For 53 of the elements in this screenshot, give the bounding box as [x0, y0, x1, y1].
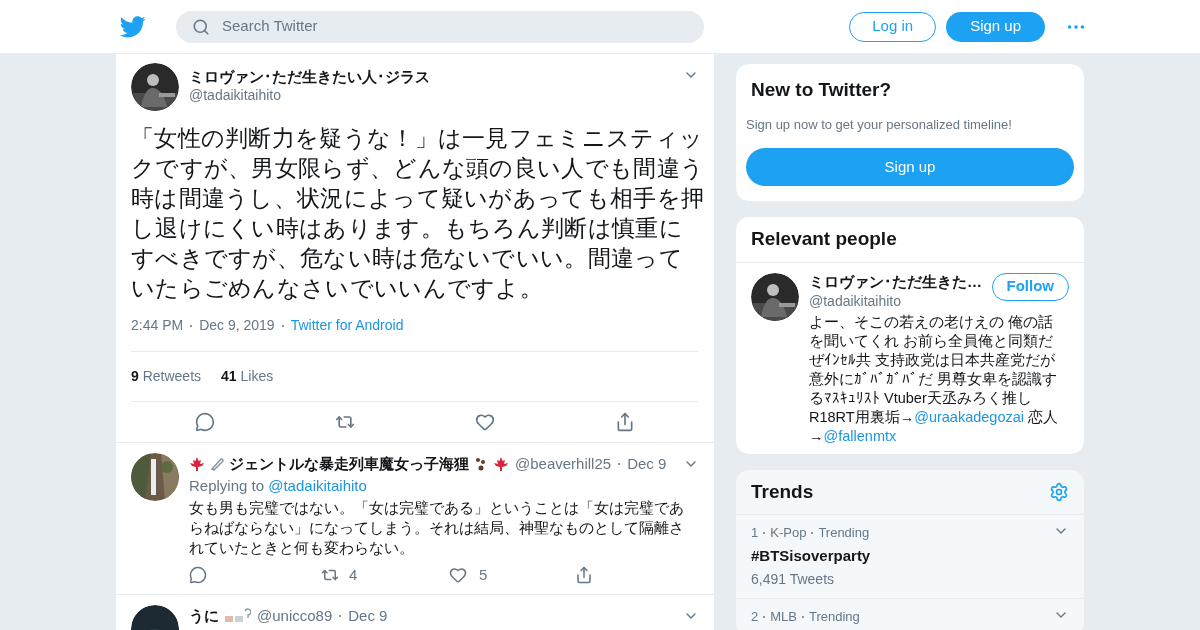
card-title: Trends	[751, 479, 815, 504]
maple-leaf-icon	[189, 456, 205, 473]
search-input[interactable]: Search Twitter	[222, 15, 688, 38]
card-title: Relevant people	[736, 217, 1084, 263]
share-icon[interactable]	[575, 565, 593, 584]
trend-status: Trending	[808, 608, 860, 626]
mention-link[interactable]: @fallenmtx	[823, 427, 897, 444]
person-bio: よー、そこの若えの老けえの 俺の話を聞いてくれ お前ら全員俺と同類だぜｲﾝｾﾙ共 支持政党は日本共産党だが意外にｶﾞﾊﾞｶﾞﾊﾞだ 男尊女卑を認識するﾏｽｷｭﾘｽﾄ Vtuber天丞みろく推し R18RT用裏垢→@uraakadegozai 恋人→@fallenmtx	[809, 312, 1060, 446]
retweet-count: 4	[349, 564, 359, 585]
reply-icon[interactable]	[189, 565, 207, 584]
author-name[interactable]: ミロヴァン･ただ生きたい人･ジラス	[189, 68, 673, 86]
mention-link[interactable]: @uraakadegozai	[914, 408, 1025, 425]
trend-category: K-Pop	[770, 524, 807, 542]
reply-text: 女も男も完璧ではない。「女は完璧である」ということは「女は完璧であらねばならない」になってしまう。それは結局、神聖なものとして隔離されていたときと何も変わらない。	[189, 497, 685, 558]
source-link[interactable]: Twitter for Android	[290, 315, 404, 336]
signup-button[interactable]: Sign up	[946, 11, 1045, 42]
card-text: Sign up now to get your personalized timeline!	[746, 115, 1013, 134]
like-count: 5	[479, 564, 489, 585]
person-name[interactable]: ミロヴァン･ただ生きた…	[809, 272, 992, 291]
trend-count: 6,491 Tweets	[751, 570, 836, 589]
reply-date[interactable]: Dec 9	[627, 453, 667, 476]
trend-rank: 1	[751, 524, 759, 542]
person-handle[interactable]: @tadaikitaihito	[809, 290, 992, 311]
trend-status: Trending	[818, 524, 870, 542]
trend-name: #BTSisoverparty	[751, 545, 872, 566]
reply-author-name[interactable]: ジェントルな暴走列車魔女っ子海狸	[229, 453, 469, 476]
share-icon[interactable]	[615, 412, 635, 432]
search-field[interactable]: Search Twitter	[176, 10, 704, 43]
stat-link[interactable]: 9 Retweets	[131, 366, 202, 387]
stat-link[interactable]: 41 Likes	[221, 366, 274, 387]
settings-icon[interactable]	[1049, 481, 1069, 502]
author-handle[interactable]: @tadaikitaihito	[189, 86, 673, 104]
mention-link[interactable]: @tadaikitaihito	[268, 476, 367, 494]
tweet-time: 2:44 PM	[131, 316, 184, 335]
trend-item[interactable]: 1 K-Pop Trending #BTSisoverparty 6,491 Tweets	[736, 515, 1084, 599]
bird-logo-icon[interactable]	[120, 15, 146, 38]
search-icon	[192, 17, 210, 36]
trend-item[interactable]: 2 MLB Trending	[736, 599, 1084, 630]
reply-author-name[interactable]: うに	[189, 605, 219, 628]
trend-category: MLB	[770, 608, 797, 626]
signup-button[interactable]: Sign up	[746, 148, 1074, 186]
heart-icon[interactable]	[475, 412, 495, 432]
reply-handle[interactable]: @unicco89	[257, 605, 333, 628]
card-title: New to Twitter?	[750, 78, 893, 102]
heart-icon[interactable]	[449, 565, 467, 584]
tweet-text: 「女性の判断力を疑うな！」は一見フェミニスティックですが、男女限らず、どんな頭の良い人でも間違う時は間違うし、状況によって疑いがあっても相手を押し退けにくい時はあります。もちろん判断は慎重にすべきですが、危ない時は危ないでいい。間違っていたらごめんなさいでいいんですよ。	[131, 124, 706, 303]
tweet-date: Dec 9, 2019	[199, 316, 275, 335]
trend-rank: 2	[751, 608, 759, 626]
reply-date[interactable]: Dec 9	[348, 605, 388, 628]
replying-label: Replying to	[189, 476, 265, 494]
maple-leaf-icon	[493, 456, 509, 473]
reply-icon[interactable]	[195, 412, 215, 432]
reply-handle[interactable]: @beaverhill25	[515, 453, 612, 476]
